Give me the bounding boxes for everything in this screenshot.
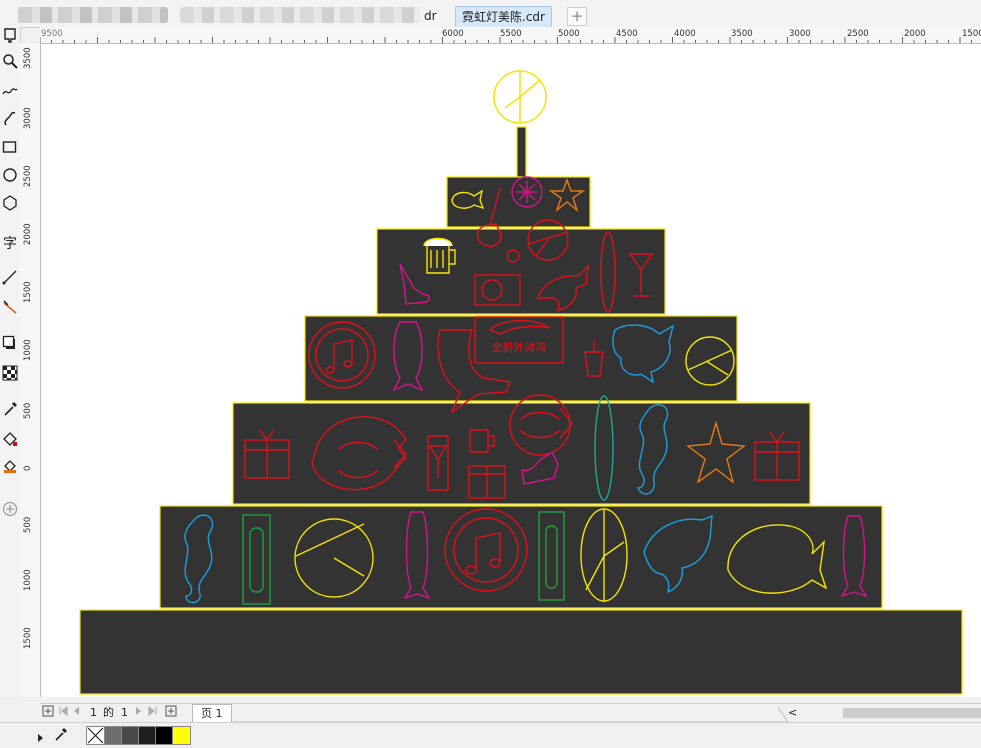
- ruler-tick-marks: [40, 37, 972, 43]
- ruler-tick: 1500: [23, 627, 33, 649]
- connector-icon[interactable]: [0, 269, 20, 291]
- blurred-tab-area-2: [180, 7, 420, 23]
- ruler-tick: 3000: [23, 107, 33, 129]
- pole[interactable]: [516, 126, 527, 178]
- page-tab[interactable]: 页 1: [192, 704, 232, 723]
- scroll-left-button[interactable]: <: [788, 705, 797, 721]
- ferris-wheel-spokes: [516, 181, 538, 203]
- text-tool-icon[interactable]: 字: [0, 233, 20, 255]
- rectangle-icon[interactable]: [0, 139, 20, 161]
- zoom-icon[interactable]: [0, 53, 20, 75]
- ruler-tick: 1000: [23, 339, 33, 361]
- neon-pyramid-artwork: 金碧外滩湾: [79, 70, 963, 695]
- toolbox: 字: [0, 27, 21, 697]
- finial-circle[interactable]: [493, 70, 547, 124]
- next-page-icon[interactable]: [135, 705, 143, 722]
- color-swatch[interactable]: [172, 726, 191, 745]
- logo-text: 金碧外滩湾: [492, 340, 547, 354]
- ruler-tick: 2500: [23, 165, 33, 187]
- tab-previous-document[interactable]: dr: [424, 6, 437, 26]
- blurred-tab-area: [18, 7, 168, 23]
- smart-fill-icon[interactable]: [0, 457, 20, 479]
- add-page-icon[interactable]: [165, 705, 177, 722]
- transparency-icon[interactable]: [0, 365, 20, 387]
- add-tool-icon[interactable]: [0, 501, 20, 523]
- tier-2[interactable]: [376, 228, 666, 315]
- eyedropper-icon[interactable]: [0, 401, 20, 423]
- ruler-tick: 2000: [23, 223, 33, 245]
- ruler-tick: 0: [23, 465, 33, 471]
- ruler-tick: 500: [23, 516, 33, 533]
- drawing-canvas[interactable]: 金碧外滩湾: [41, 44, 981, 697]
- ruler-tick: 500: [23, 402, 33, 419]
- ruler-tick: 3500: [23, 47, 33, 69]
- ruler-tick: 1500: [23, 281, 33, 303]
- tier-base[interactable]: [79, 609, 963, 695]
- page-counter-of: 的: [103, 706, 114, 719]
- page-counter-total: 1: [121, 706, 128, 719]
- freehand-icon[interactable]: [0, 82, 20, 104]
- color-palette-bar: [0, 722, 981, 748]
- page-counter-current: 1: [90, 706, 97, 719]
- horizontal-scrollbar[interactable]: [843, 708, 981, 718]
- last-page-icon[interactable]: [148, 705, 158, 722]
- page-navigation-bar: 1 的 1 页 1 <: [40, 703, 981, 723]
- eyedropper-palette-icon[interactable]: [54, 727, 68, 746]
- vertical-ruler[interactable]: 3500 3000 2500 2000 1500 1000 500 0 500 …: [20, 43, 41, 697]
- document-tab-bar: dr 霓虹灯美陈.cdr +: [0, 0, 981, 28]
- first-page-icon[interactable]: [58, 705, 68, 722]
- ellipse-icon[interactable]: [0, 167, 20, 189]
- palette-menu-arrow-icon[interactable]: [37, 729, 45, 748]
- previous-page-icon[interactable]: [72, 705, 80, 722]
- fill-icon[interactable]: [0, 431, 20, 453]
- artistic-media-icon[interactable]: [0, 111, 20, 133]
- ruler-tick: 1000: [23, 569, 33, 591]
- shadow-icon[interactable]: [0, 335, 20, 357]
- page-tab-strip: [233, 706, 788, 723]
- polygon-icon[interactable]: [0, 195, 20, 217]
- dimension-icon[interactable]: [0, 299, 20, 321]
- tab-active-document[interactable]: 霓虹灯美陈.cdr: [455, 6, 552, 27]
- horizontal-ruler[interactable]: 9500 6000 5500 5000 4500 4000 3500 3000 …: [40, 27, 981, 44]
- add-tab-button[interactable]: +: [567, 7, 587, 26]
- page-options-icon[interactable]: [42, 705, 54, 722]
- pick-tool-icon[interactable]: [0, 27, 20, 49]
- no-fill-swatch[interactable]: [86, 726, 105, 745]
